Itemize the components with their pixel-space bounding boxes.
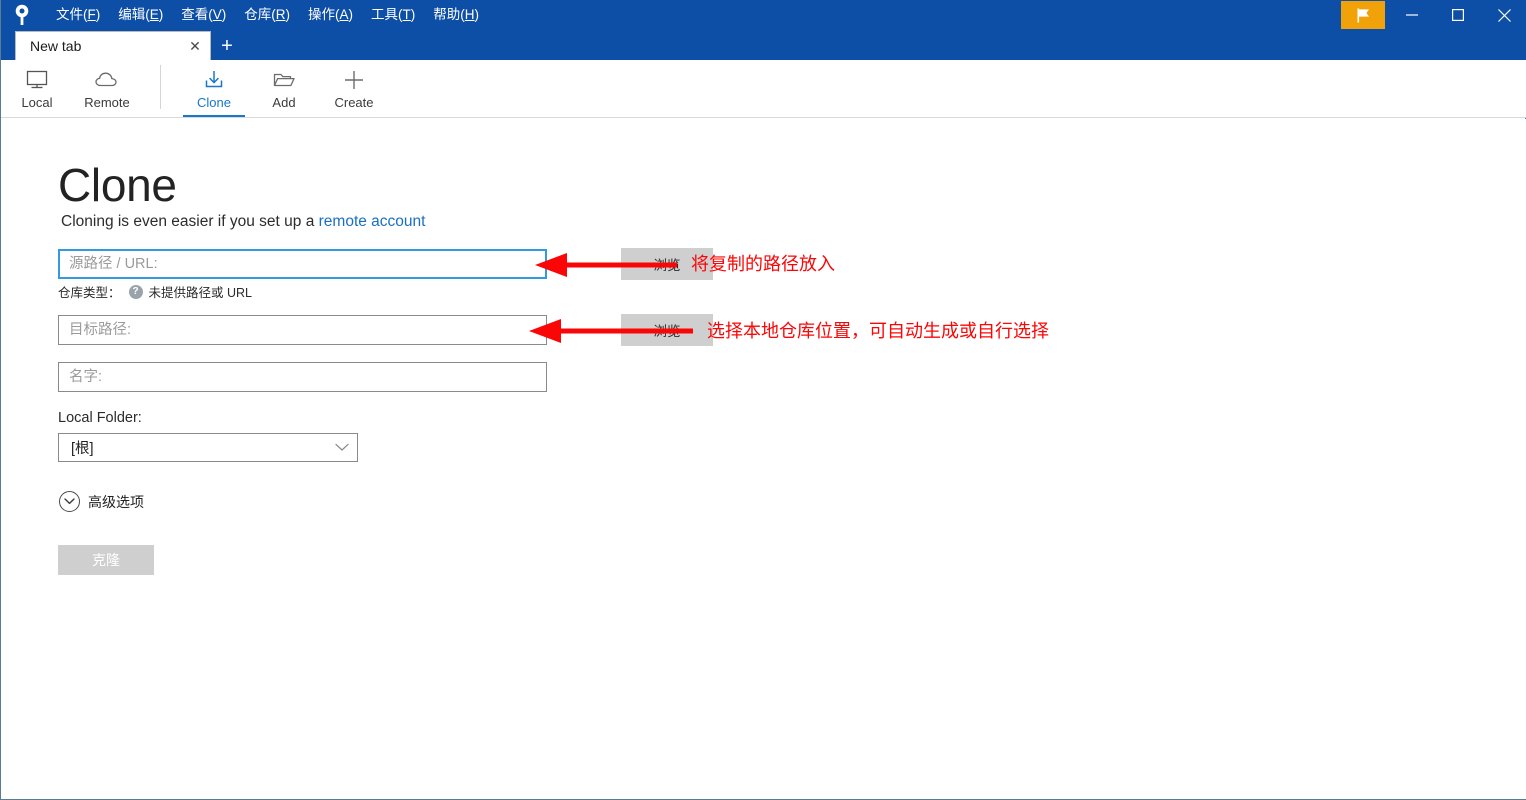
tab-new-tab[interactable]: New tab ✕ — [15, 31, 211, 60]
application-window: 文件(F) 编辑(E) 查看(V) 仓库(R) 操作(A) 工具(T) 帮助(H… — [0, 0, 1526, 800]
tab-strip: New tab ✕ + — [1, 30, 1526, 60]
minimize-button[interactable] — [1389, 0, 1435, 30]
title-bar: 文件(F) 编辑(E) 查看(V) 仓库(R) 操作(A) 工具(T) 帮助(H… — [1, 0, 1526, 30]
menu-tools-accel: T — [402, 7, 411, 22]
local-folder-label: Local Folder: — [58, 410, 142, 426]
toolbar-label-remote: Remote — [84, 95, 130, 110]
help-icon[interactable]: ? — [128, 284, 143, 299]
menu-view-accel: V — [212, 7, 222, 22]
maximize-button[interactable] — [1435, 0, 1481, 30]
menu-actions-accel: A — [339, 7, 349, 22]
menu-file-label: 文件 — [56, 7, 83, 22]
toolbar-divider — [160, 65, 161, 109]
menu-repository-label: 仓库 — [244, 7, 272, 22]
page-title: Clone — [58, 159, 177, 211]
clone-download-icon — [201, 67, 227, 93]
menu-help-label: 帮助 — [433, 7, 461, 22]
toolbar-label-add: Add — [272, 95, 296, 110]
menu-tools-label: 工具 — [371, 7, 399, 22]
toolbar-item-add[interactable]: Add — [249, 60, 319, 117]
menu-edit-accel: E — [149, 7, 159, 22]
menu-tools[interactable]: 工具(T) — [362, 4, 424, 26]
advanced-options-toggle[interactable]: 高级选项 — [59, 491, 144, 512]
source-path-row: 浏览 — [58, 248, 713, 280]
sourcetree-logo-icon — [7, 0, 37, 30]
toolbar-item-remote[interactable]: Remote — [72, 60, 142, 117]
menu-help[interactable]: 帮助(H) — [424, 4, 488, 26]
page-subtitle-text: Cloning is even easier if you set up a — [61, 213, 319, 230]
plus-icon — [342, 67, 366, 93]
repository-type-row: 仓库类型： ? 未提供路径或 URL — [58, 282, 252, 301]
destination-path-browse-button[interactable]: 浏览 — [621, 314, 713, 346]
close-icon[interactable]: ✕ — [186, 37, 204, 55]
menu-edit[interactable]: 编辑(E) — [109, 4, 172, 26]
local-folder-select[interactable]: [根] — [58, 433, 358, 462]
menu-actions[interactable]: 操作(A) — [299, 4, 362, 26]
menu-edit-label: 编辑 — [118, 7, 146, 22]
new-tab-button[interactable]: + — [214, 32, 240, 60]
source-path-browse-button[interactable]: 浏览 — [621, 248, 713, 280]
clone-page: Clone Cloning is even easier if you set … — [1, 119, 1526, 799]
toolbar-item-local[interactable]: Local — [2, 60, 72, 117]
menu-help-accel: H — [464, 7, 475, 22]
toolbar-label-create: Create — [334, 95, 374, 110]
cloud-icon — [94, 67, 120, 93]
active-tab-underline — [183, 115, 245, 117]
page-subtitle: Cloning is even easier if you set up a r… — [61, 212, 425, 232]
folder-open-icon — [271, 67, 297, 93]
advanced-options-label: 高级选项 — [88, 493, 144, 510]
window-controls — [1341, 0, 1526, 30]
menu-file[interactable]: 文件(F) — [47, 4, 109, 26]
menu-repository-accel: R — [275, 7, 286, 22]
name-input[interactable] — [58, 362, 547, 392]
chevron-down-icon — [335, 440, 349, 456]
destination-path-input[interactable] — [58, 315, 547, 345]
toolbar-label-local: Local — [21, 95, 53, 110]
local-folder-selected-value: [根] — [71, 441, 94, 457]
main-toolbar: Local Remote Clone Add Create — [1, 60, 1526, 118]
repository-type-status: 未提供路径或 URL — [148, 286, 252, 300]
tab-label: New tab — [30, 38, 82, 54]
destination-path-row: 浏览 — [58, 314, 713, 346]
chevron-down-circle-icon — [59, 491, 80, 512]
remote-account-link[interactable]: remote account — [319, 213, 426, 230]
menu-repository[interactable]: 仓库(R) — [235, 4, 299, 26]
toolbar-item-create[interactable]: Create — [319, 60, 389, 117]
flag-icon[interactable] — [1341, 1, 1385, 29]
toolbar-label-clone: Clone — [197, 95, 231, 110]
name-row — [58, 362, 547, 392]
menu-actions-label: 操作 — [308, 7, 336, 22]
menu-view-label: 查看 — [181, 7, 209, 22]
source-path-input[interactable] — [58, 249, 547, 279]
repository-type-label: 仓库类型： — [58, 286, 121, 300]
monitor-icon — [25, 67, 49, 93]
menu-file-accel: F — [87, 7, 96, 22]
clone-submit-button[interactable]: 克隆 — [58, 545, 154, 575]
close-button[interactable] — [1481, 0, 1526, 30]
menu-view[interactable]: 查看(V) — [172, 4, 235, 26]
toolbar-item-clone[interactable]: Clone — [179, 60, 249, 117]
menu-bar: 文件(F) 编辑(E) 查看(V) 仓库(R) 操作(A) 工具(T) 帮助(H… — [47, 0, 488, 30]
